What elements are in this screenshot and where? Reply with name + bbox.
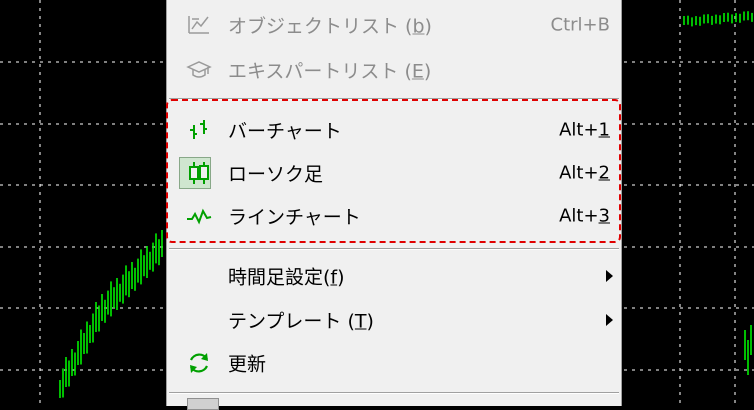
template-label: テンプレート (T) xyxy=(228,310,374,333)
menu-item-expert-list[interactable]: エキスパートリスト (E) xyxy=(167,50,621,90)
timeframe-label: 時間足設定(f) xyxy=(228,266,345,289)
bar-chart-label: バーチャート xyxy=(228,120,342,143)
menu-item-refresh[interactable]: 更新 xyxy=(167,343,621,383)
candlestick-icon xyxy=(189,162,209,184)
submenu-arrow-icon xyxy=(606,314,613,326)
line-chart-shortcut: Alt+3 xyxy=(559,205,610,227)
refresh-icon xyxy=(189,353,209,373)
object-list-icon xyxy=(188,16,209,34)
expert-list-label: エキスパートリスト (E) xyxy=(228,60,432,83)
next-item-icon xyxy=(187,398,219,410)
submenu-arrow-icon xyxy=(606,270,613,282)
object-list-label: オブジェクトリスト (b) xyxy=(228,15,432,38)
menu-separator xyxy=(169,98,619,100)
menu-item-timeframe[interactable]: 時間足設定(f) xyxy=(167,256,621,296)
menu-item-line-chart[interactable]: ラインチャート Alt+3 xyxy=(167,196,621,236)
bar-chart-shortcut: Alt+1 xyxy=(559,119,610,141)
candlestick-shortcut: Alt+2 xyxy=(559,162,610,184)
line-chart-icon xyxy=(187,208,212,225)
expert-hat-icon xyxy=(186,61,212,78)
menu-separator xyxy=(169,248,619,250)
context-menu: オブジェクトリスト (b) Ctrl+B エキスパートリスト (E) バーチャー… xyxy=(166,0,622,410)
menu-item-template[interactable]: テンプレート (T) xyxy=(167,300,621,340)
line-chart-label: ラインチャート xyxy=(228,206,361,229)
candlestick-label: ローソク足 xyxy=(228,163,324,186)
object-list-shortcut: Ctrl+B xyxy=(550,14,610,36)
menu-item-candlestick[interactable]: ローソク足 Alt+2 xyxy=(167,153,621,193)
refresh-label: 更新 xyxy=(228,353,267,376)
menu-item-object-list[interactable]: オブジェクトリスト (b) Ctrl+B xyxy=(167,5,621,45)
bar-chart-icon xyxy=(190,120,207,139)
menu-item-bar-chart[interactable]: バーチャート Alt+1 xyxy=(167,110,621,150)
menu-separator xyxy=(169,392,619,394)
